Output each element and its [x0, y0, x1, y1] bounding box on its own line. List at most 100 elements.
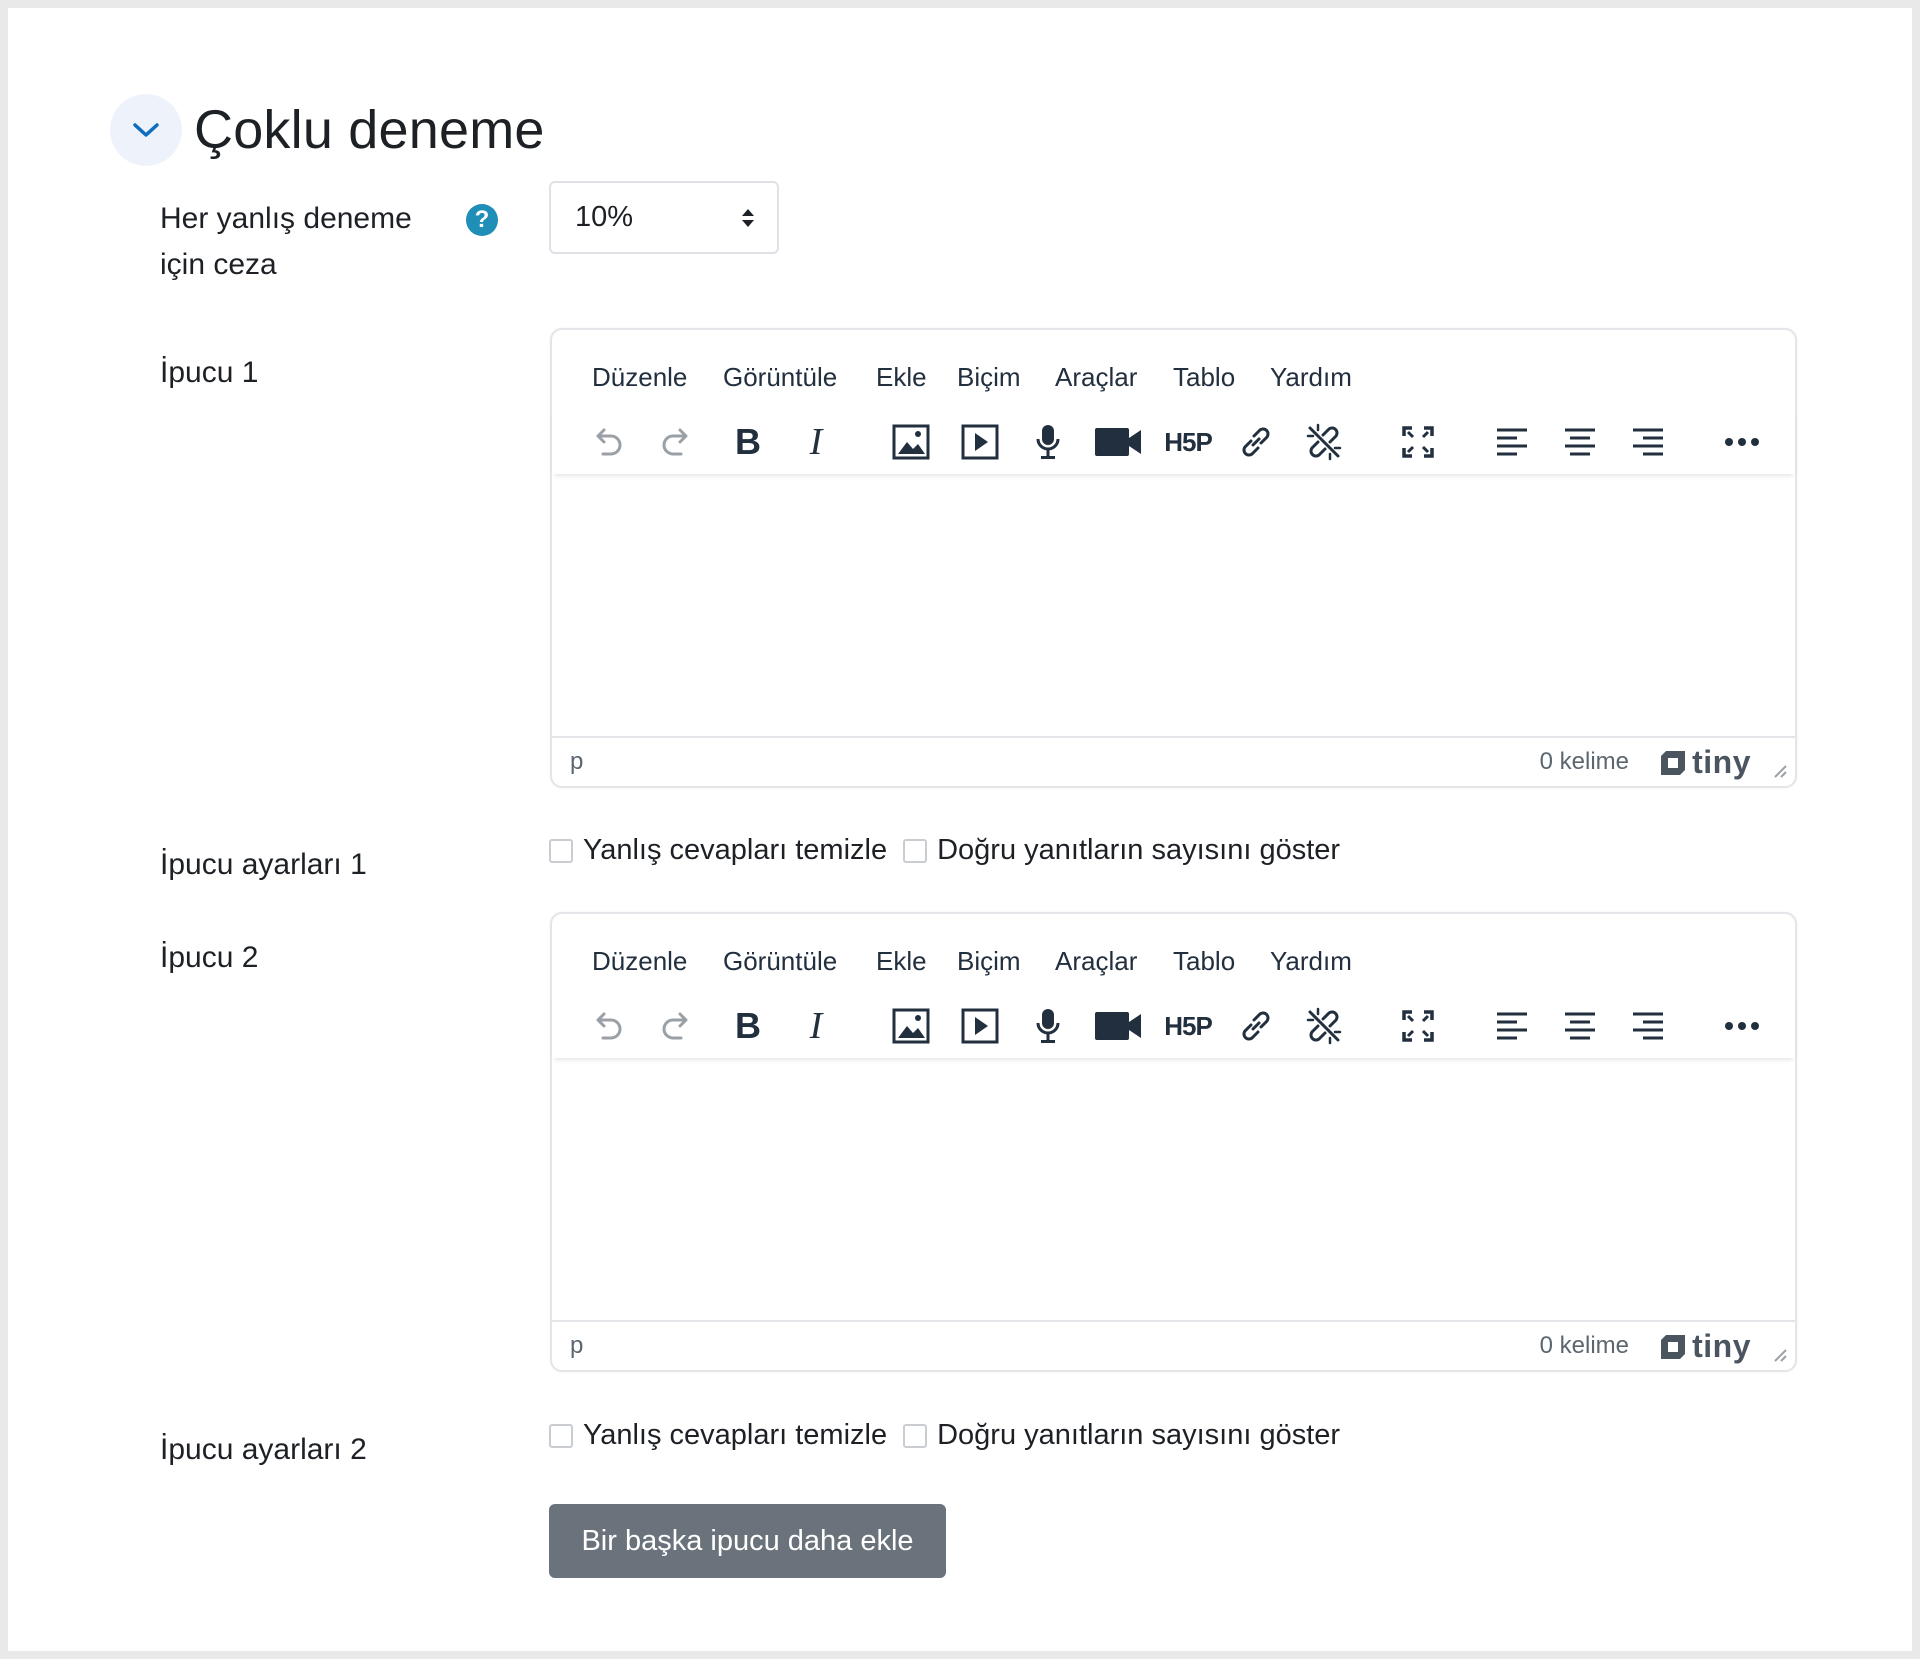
redo-button[interactable]: [653, 994, 701, 1058]
hint-2-editor: Düzenle Görüntüle Ekle Biçim Araçlar Tab…: [550, 912, 1797, 1372]
hint-2-show-correct-checkbox[interactable]: [903, 1423, 928, 1448]
undo-button[interactable]: [583, 994, 631, 1058]
resize-handle-icon[interactable]: [1771, 762, 1787, 778]
menu-format[interactable]: Biçim: [957, 362, 1021, 393]
element-path[interactable]: p: [570, 1332, 583, 1360]
section-header: Çoklu deneme: [110, 94, 545, 166]
align-center-icon: [1565, 1012, 1595, 1040]
record-video-button[interactable]: [1088, 994, 1148, 1058]
penalty-label: Her yanlış deneme için ceza: [160, 202, 412, 281]
form-card: Çoklu deneme Her yanlış deneme için ceza…: [8, 8, 1912, 1651]
fullscreen-button[interactable]: [1394, 994, 1442, 1058]
record-video-button[interactable]: [1088, 410, 1148, 474]
tiny-brand[interactable]: tiny: [1658, 744, 1751, 781]
record-audio-button[interactable]: [1024, 994, 1072, 1058]
more-icon: [1725, 438, 1759, 446]
menu-table[interactable]: Tablo: [1173, 362, 1235, 393]
unlink-icon: [1306, 423, 1342, 461]
hint-1-settings-label: İpucu ayarları 1: [160, 848, 367, 881]
link-button[interactable]: [1232, 994, 1280, 1058]
menu-tools[interactable]: Araçlar: [1055, 946, 1137, 977]
video-camera-icon: [1095, 428, 1141, 456]
hint-1-show-correct-checkbox[interactable]: [903, 838, 928, 863]
media-icon: [961, 424, 999, 460]
hint-2-label: İpucu 2: [160, 941, 259, 974]
hint-1-clear-wrong-checkbox[interactable]: [549, 838, 573, 863]
collapse-toggle-button[interactable]: [110, 94, 182, 166]
link-icon: [1242, 1011, 1270, 1041]
unlink-button[interactable]: [1300, 410, 1348, 474]
chevron-down-icon: [133, 123, 159, 137]
menu-view[interactable]: Görüntüle: [723, 946, 837, 977]
image-icon: [892, 424, 930, 460]
media-button[interactable]: [956, 994, 1004, 1058]
tiny-brand-text: tiny: [1692, 744, 1751, 780]
hint-2-clear-wrong-checkbox[interactable]: [549, 1423, 573, 1448]
element-path[interactable]: p: [570, 748, 583, 776]
align-right-button[interactable]: [1624, 410, 1672, 474]
more-button[interactable]: [1718, 410, 1766, 474]
bold-button[interactable]: B: [724, 994, 772, 1058]
menu-edit[interactable]: Düzenle: [592, 946, 687, 977]
link-icon: [1242, 427, 1270, 457]
hint-2-clear-wrong-label[interactable]: Yanlış cevapları temizle: [583, 1419, 887, 1452]
align-left-icon: [1497, 428, 1527, 456]
h5p-button[interactable]: H5P: [1160, 994, 1216, 1058]
unlink-button[interactable]: [1300, 994, 1348, 1058]
more-icon: [1725, 1022, 1759, 1030]
menu-tools[interactable]: Araçlar: [1055, 362, 1137, 393]
bold-icon: B: [735, 421, 761, 462]
tiny-brand[interactable]: tiny: [1658, 1328, 1751, 1365]
menu-insert[interactable]: Ekle: [876, 946, 927, 977]
fullscreen-icon: [1402, 1010, 1434, 1042]
editor-statusbar: p 0 kelime tiny: [552, 1320, 1795, 1370]
image-button[interactable]: [887, 410, 935, 474]
editor-toolbar: B I H5P: [552, 410, 1795, 474]
media-icon: [961, 1008, 999, 1044]
menu-view[interactable]: Görüntüle: [723, 362, 837, 393]
bold-button[interactable]: B: [724, 410, 772, 474]
fullscreen-button[interactable]: [1394, 410, 1442, 474]
hint-2-settings: Yanlış cevapları temizle Doğru yanıtları…: [549, 1419, 1340, 1452]
hint-1-clear-wrong-label[interactable]: Yanlış cevapları temizle: [583, 834, 887, 867]
image-button[interactable]: [887, 994, 935, 1058]
menu-format[interactable]: Biçim: [957, 946, 1021, 977]
section-title: Çoklu deneme: [194, 100, 545, 160]
menu-table[interactable]: Tablo: [1173, 946, 1235, 977]
italic-button[interactable]: I: [792, 994, 840, 1058]
h5p-button[interactable]: H5P: [1160, 410, 1216, 474]
hint-1-edit-area[interactable]: [552, 476, 1795, 716]
penalty-select[interactable]: 10%: [549, 181, 779, 254]
align-right-button[interactable]: [1624, 994, 1672, 1058]
media-button[interactable]: [956, 410, 1004, 474]
align-left-button[interactable]: [1488, 410, 1536, 474]
menu-insert[interactable]: Ekle: [876, 362, 927, 393]
italic-button[interactable]: I: [792, 410, 840, 474]
more-button[interactable]: [1718, 994, 1766, 1058]
word-count[interactable]: 0 kelime: [1540, 748, 1629, 776]
add-another-hint-button[interactable]: Bir başka ipucu daha ekle: [549, 1504, 946, 1578]
align-center-button[interactable]: [1556, 994, 1604, 1058]
fullscreen-icon: [1402, 426, 1434, 458]
microphone-icon: [1036, 425, 1060, 459]
hint-1-show-correct-label[interactable]: Doğru yanıtların sayısını göster: [937, 834, 1340, 867]
h5p-icon: H5P: [1164, 426, 1213, 457]
record-audio-button[interactable]: [1024, 410, 1072, 474]
link-button[interactable]: [1232, 410, 1280, 474]
word-count[interactable]: 0 kelime: [1540, 1332, 1629, 1360]
align-left-button[interactable]: [1488, 994, 1536, 1058]
help-icon[interactable]: ?: [466, 204, 498, 236]
undo-button[interactable]: [583, 410, 631, 474]
penalty-select-value: 10%: [575, 201, 634, 233]
hint-2-edit-area[interactable]: [552, 1060, 1795, 1300]
menu-help[interactable]: Yardım: [1270, 362, 1352, 393]
menu-edit[interactable]: Düzenle: [592, 362, 687, 393]
hint-2-settings-label: İpucu ayarları 2: [160, 1433, 367, 1466]
align-right-icon: [1633, 428, 1663, 456]
hint-2-show-correct-label[interactable]: Doğru yanıtların sayısını göster: [937, 1419, 1340, 1452]
resize-handle-icon[interactable]: [1771, 1346, 1787, 1362]
align-center-button[interactable]: [1556, 410, 1604, 474]
menu-help[interactable]: Yardım: [1270, 946, 1352, 977]
redo-button[interactable]: [653, 410, 701, 474]
align-left-icon: [1497, 1012, 1527, 1040]
